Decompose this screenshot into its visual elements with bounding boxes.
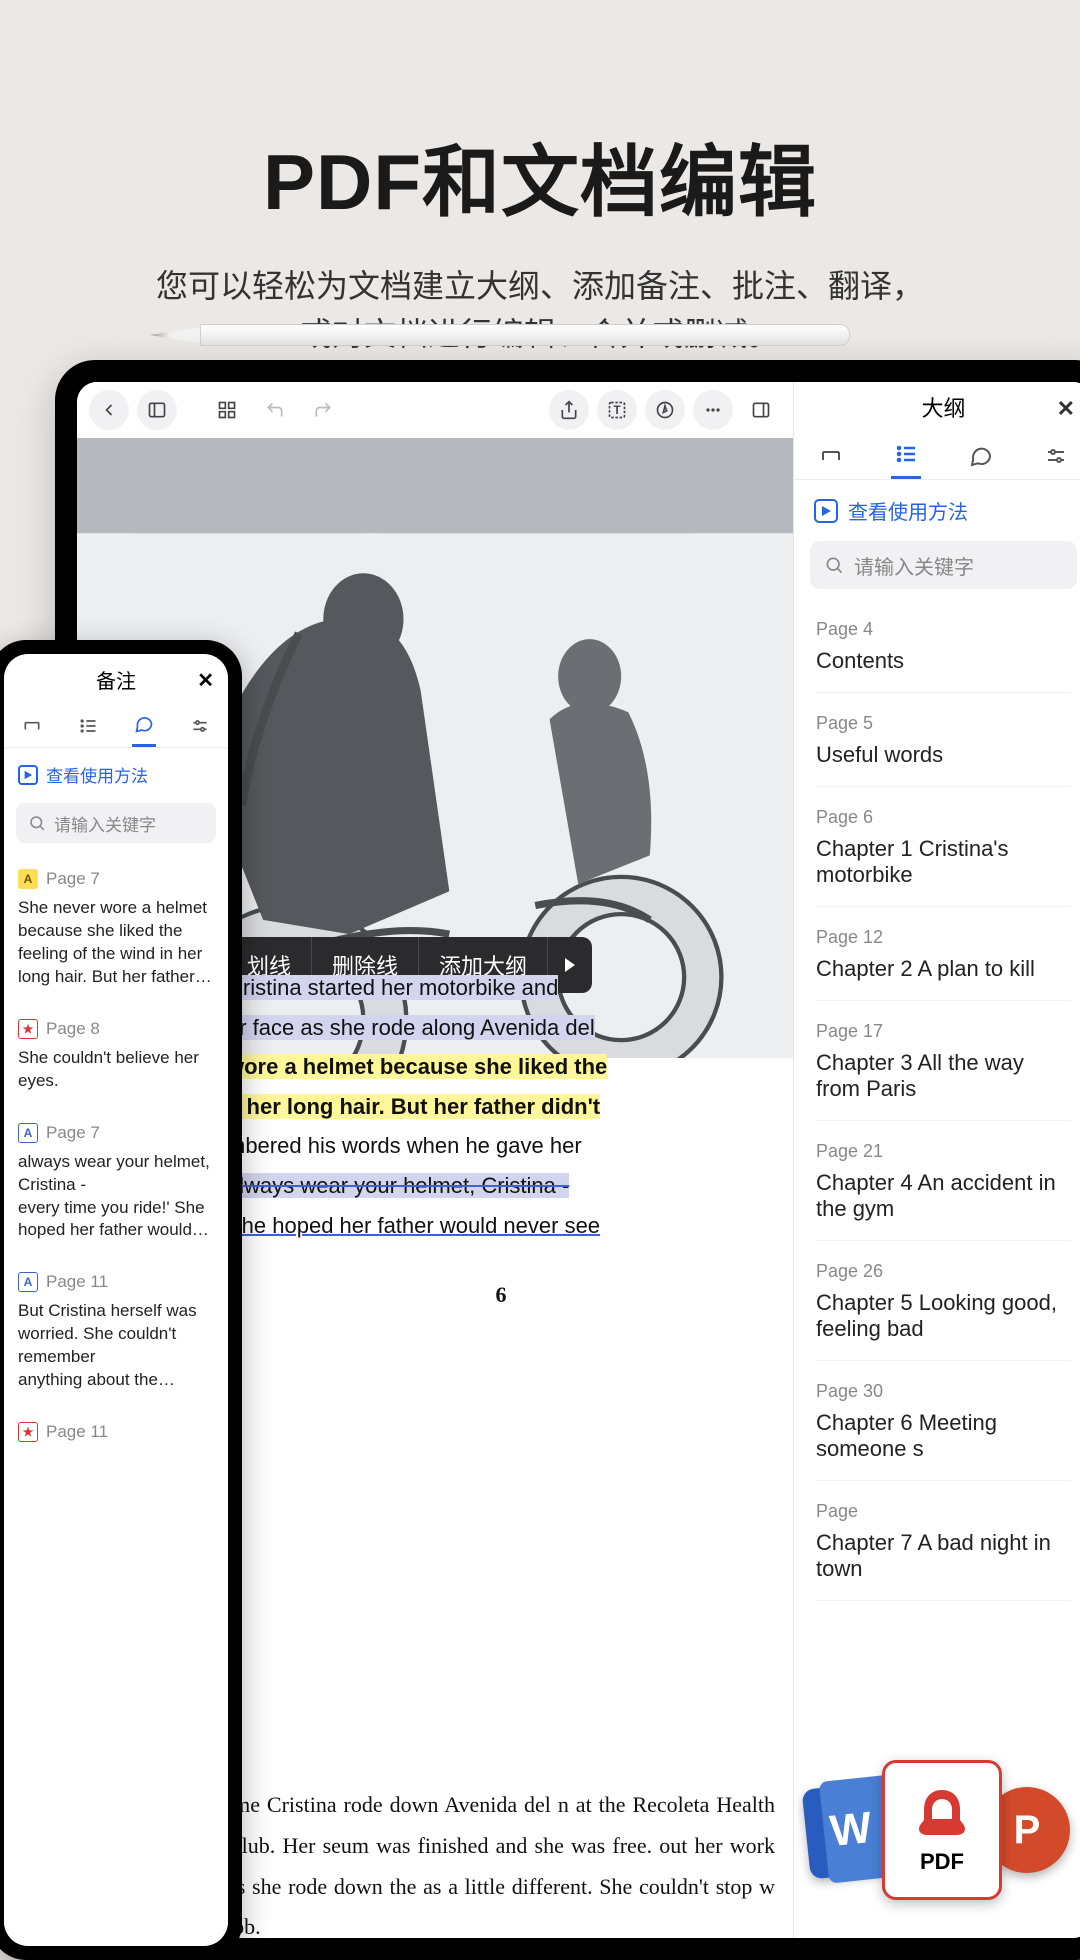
- share-icon[interactable]: [549, 390, 589, 430]
- pen-tool-icon[interactable]: [645, 390, 685, 430]
- outline-item[interactable]: Page 12Chapter 2 A plan to kill: [816, 907, 1071, 1001]
- hero-sub-1: 您可以轻松为文档建立大纲、添加备注、批注、翻译，: [156, 268, 924, 304]
- redo-icon[interactable]: [303, 390, 343, 430]
- document-text-2[interactable]: ime Cristina rode down Avenida del n at …: [227, 1785, 775, 1938]
- svg-text:T: T: [613, 404, 620, 417]
- play-icon: [18, 765, 38, 785]
- note-item[interactable]: ★Page 11: [18, 1406, 214, 1464]
- note-item[interactable]: APage 11But Cristina herself was worried…: [18, 1256, 214, 1406]
- outline-item[interactable]: Page 30Chapter 6 Meeting someone s: [816, 1361, 1071, 1481]
- note-item[interactable]: APage 7always wear your helmet, Cristina…: [18, 1107, 214, 1257]
- note-item[interactable]: ★Page 8She couldn't believe her eyes.: [18, 1003, 214, 1107]
- outline-item[interactable]: Page 4Contents: [816, 599, 1071, 693]
- tab-page-icon[interactable]: [20, 705, 44, 747]
- apple-pencil: [150, 322, 850, 348]
- hero: PDF和文档编辑 您可以轻松为文档建立大纲、添加备注、批注、翻译， 或对文档进行…: [0, 0, 1080, 358]
- close-icon[interactable]: ✕: [1057, 396, 1075, 422]
- tab-outline-icon[interactable]: [891, 433, 921, 479]
- notes-search[interactable]: 请输入关键字: [16, 803, 216, 843]
- right-panel-icon[interactable]: [741, 390, 781, 430]
- undo-icon[interactable]: [255, 390, 295, 430]
- outline-item[interactable]: Page 6Chapter 1 Cristina's motorbike: [816, 787, 1071, 907]
- outline-title: 大纲: [921, 391, 965, 423]
- document-text[interactable]: Cristina started her motorbike and er fa…: [227, 968, 775, 1315]
- back-button[interactable]: [89, 390, 129, 430]
- phone-frame: 备注 ✕ 查看使用方法 请输入关键字 APage 7She never wore…: [0, 640, 242, 1960]
- tab-notes-icon[interactable]: [966, 433, 996, 479]
- outline-item[interactable]: Page 26Chapter 5 Looking good, feeling b…: [816, 1241, 1071, 1361]
- outline-item[interactable]: Page 17Chapter 3 All the way from Paris: [816, 1001, 1071, 1121]
- notes-list[interactable]: APage 7She never wore a helmet because s…: [4, 853, 228, 1464]
- outline-panel: 大纲 ✕ 查看使用方法 请输入关键字 Page 4ContentsPage 5U…: [793, 382, 1080, 1938]
- outline-search[interactable]: 请输入关键字: [810, 541, 1077, 589]
- tab-notes-icon[interactable]: [132, 705, 156, 747]
- outline-item[interactable]: Page 21Chapter 4 An accident in the gym: [816, 1121, 1071, 1241]
- side-tabs: [794, 432, 1080, 480]
- hero-title: PDF和文档编辑: [0, 120, 1080, 232]
- grid-icon[interactable]: [207, 390, 247, 430]
- note-item[interactable]: APage 7She never wore a helmet because s…: [18, 853, 214, 1003]
- close-icon[interactable]: ✕: [197, 668, 214, 693]
- more-icon[interactable]: [693, 390, 733, 430]
- search-icon: [824, 555, 844, 575]
- panel-toggle-icon[interactable]: [137, 390, 177, 430]
- tab-outline-icon[interactable]: [76, 705, 100, 747]
- search-icon: [28, 814, 46, 832]
- outline-list[interactable]: Page 4ContentsPage 5Useful wordsPage 6Ch…: [794, 599, 1080, 1938]
- outline-item[interactable]: PageChapter 7 A bad night in town: [816, 1481, 1071, 1601]
- outline-item[interactable]: Page 5Useful words: [816, 693, 1071, 787]
- toolbar: T: [77, 382, 793, 438]
- text-tool-icon[interactable]: T: [597, 390, 637, 430]
- pdf-icon: PDF: [882, 1760, 1002, 1900]
- tab-settings-icon[interactable]: [1041, 433, 1071, 479]
- file-type-icons: W PDF P: [806, 1760, 1070, 1900]
- play-icon: [814, 499, 838, 523]
- notes-title: 备注: [96, 665, 136, 694]
- tab-page-icon[interactable]: [816, 433, 846, 479]
- help-link[interactable]: 查看使用方法: [794, 480, 1080, 541]
- tab-settings-icon[interactable]: [188, 705, 212, 747]
- help-link[interactable]: 查看使用方法: [4, 748, 228, 797]
- page-number: 6: [227, 1275, 775, 1315]
